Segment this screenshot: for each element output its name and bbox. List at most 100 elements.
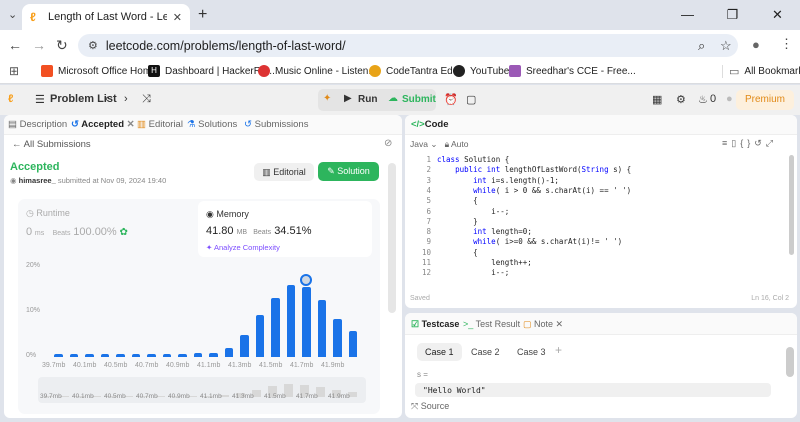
new-tab-icon[interactable]: + bbox=[198, 6, 207, 24]
format-icon[interactable]: ≡ bbox=[722, 138, 731, 148]
distribution-bar[interactable] bbox=[255, 315, 265, 357]
reload-icon[interactable]: ↻ bbox=[56, 37, 68, 54]
submission-user[interactable]: himasree_ bbox=[19, 176, 56, 185]
distribution-bar[interactable] bbox=[240, 335, 249, 357]
layout-icon[interactable]: ▦ bbox=[652, 93, 662, 106]
run-button[interactable]: Run bbox=[358, 94, 377, 105]
solution-button[interactable]: ✎ Solution bbox=[318, 162, 379, 181]
code-line[interactable]: i--; bbox=[437, 268, 509, 277]
close-tab-icon[interactable]: ✕ bbox=[127, 119, 135, 130]
zoom-icon[interactable]: ⌕ bbox=[698, 38, 705, 54]
notes-icon[interactable]: ▢ bbox=[466, 93, 476, 106]
shuffle-icon[interactable]: ⤨ bbox=[142, 93, 151, 106]
timer-icon[interactable]: ⏰ bbox=[444, 93, 458, 106]
minimize-icon[interactable]: — bbox=[665, 0, 710, 30]
tab-testcase[interactable]: ☑ Testcase bbox=[411, 319, 459, 330]
mode-select[interactable]: Auto bbox=[451, 139, 469, 149]
debug-icon[interactable]: ✦ bbox=[323, 93, 331, 104]
restore-icon[interactable]: ❐ bbox=[710, 0, 755, 30]
distribution-bar[interactable] bbox=[178, 354, 187, 357]
code-line[interactable]: int i=s.length()-1; bbox=[437, 176, 559, 185]
case-tab-3[interactable]: Case 3 bbox=[509, 343, 554, 361]
share-link-icon[interactable]: ⊘ bbox=[384, 138, 392, 149]
tab-submissions[interactable]: ↺ Submissions bbox=[244, 119, 308, 130]
close-window-icon[interactable]: ✕ bbox=[755, 0, 800, 30]
next-problem-icon[interactable]: › bbox=[124, 93, 128, 105]
distribution-bar[interactable] bbox=[348, 331, 358, 357]
back-icon[interactable]: ← bbox=[8, 37, 22, 53]
omnibox[interactable]: ⚙ leetcode.com/problems/length-of-last-w… bbox=[78, 34, 738, 57]
code-line[interactable]: while( i > 0 && s.charAt(i) == ' ') bbox=[437, 186, 631, 195]
memory-card[interactable]: ◉ Memory 41.80 MB Beats 34.51% ✦ Analyze… bbox=[198, 201, 372, 257]
bookmark-item[interactable]: YouTube bbox=[453, 65, 509, 77]
distribution-bar[interactable] bbox=[209, 352, 218, 357]
editorial-button[interactable]: ▥ Editorial bbox=[254, 163, 314, 181]
distribution-bar[interactable] bbox=[317, 300, 327, 357]
distribution-bar[interactable] bbox=[193, 353, 203, 357]
distribution-bar[interactable] bbox=[302, 287, 311, 357]
distribution-bar[interactable] bbox=[116, 354, 125, 357]
distribution-bar[interactable] bbox=[333, 318, 342, 357]
distribution-bar[interactable] bbox=[54, 354, 63, 357]
all-submissions-link[interactable]: ← All Submissions bbox=[12, 139, 91, 150]
tab-note[interactable]: ▢ Note ✕ bbox=[523, 319, 563, 330]
code-line[interactable]: } bbox=[437, 217, 478, 226]
leetcode-logo-icon[interactable]: ℓ bbox=[8, 93, 13, 105]
code-line[interactable]: { bbox=[437, 248, 478, 257]
code-line[interactable]: length++; bbox=[437, 258, 532, 267]
bookmark-star-icon[interactable]: ☆ bbox=[720, 38, 732, 54]
distribution-bar[interactable] bbox=[100, 354, 110, 357]
code-line[interactable]: i--; bbox=[437, 207, 509, 216]
close-tab-icon[interactable]: ✕ bbox=[173, 11, 182, 24]
tab-description[interactable]: ▤ Description bbox=[8, 119, 67, 130]
settings-gear-icon[interactable]: ⚙ bbox=[676, 93, 686, 106]
code-scrollbar[interactable] bbox=[789, 155, 794, 255]
braces-icon[interactable]: {} bbox=[740, 138, 754, 148]
language-select[interactable]: Java bbox=[410, 139, 428, 149]
expand-icon[interactable]: ⤢ bbox=[766, 138, 777, 148]
code-line[interactable]: int length=0; bbox=[437, 227, 532, 236]
user-avatar-icon[interactable]: ● bbox=[726, 93, 733, 105]
add-case-icon[interactable]: + bbox=[555, 343, 562, 357]
apps-grid-icon[interactable]: ⊞ bbox=[9, 64, 19, 78]
left-scrollbar[interactable] bbox=[388, 163, 396, 313]
url-text[interactable]: leetcode.com/problems/length-of-last-wor… bbox=[106, 39, 346, 53]
distribution-bar[interactable] bbox=[147, 354, 156, 357]
premium-button[interactable]: Premium bbox=[735, 90, 794, 110]
tab-accepted[interactable]: ↺ Accepted ✕ bbox=[71, 119, 135, 130]
tab-solutions[interactable]: ⚗ Solutions bbox=[187, 119, 237, 130]
bookmark-item[interactable]: Sreedhar's CCE - Free... bbox=[509, 65, 636, 77]
code-line[interactable]: while( i>=0 && s.charAt(i)!= ' ') bbox=[437, 237, 622, 246]
forward-icon[interactable]: → bbox=[32, 37, 46, 53]
menu-kebab-icon[interactable]: ⋮ bbox=[780, 36, 793, 52]
distribution-bar[interactable] bbox=[162, 354, 172, 357]
case-tab-1[interactable]: Case 1 bbox=[417, 343, 462, 361]
browser-tab[interactable]: ℓ Length of Last Word - LeetCode ✕ bbox=[22, 4, 190, 30]
code-line[interactable]: { bbox=[437, 196, 478, 205]
distribution-bar[interactable] bbox=[286, 285, 296, 357]
analyze-complexity-link[interactable]: ✦ Analyze Complexity bbox=[206, 243, 280, 252]
reset-icon[interactable]: ↺ bbox=[754, 138, 766, 148]
distribution-bar[interactable] bbox=[85, 354, 94, 357]
distribution-bar[interactable] bbox=[224, 348, 234, 357]
site-info-icon[interactable]: ⚙ bbox=[88, 39, 98, 52]
tab-search-icon[interactable]: ⌄ bbox=[8, 8, 17, 21]
bookmark-item[interactable]: CodeTantra Edu bbox=[369, 65, 458, 77]
code-line[interactable]: public int lengthOfLastWord(String s) { bbox=[437, 165, 631, 174]
code-line[interactable]: class Solution { bbox=[437, 155, 509, 164]
submit-button[interactable]: Submit bbox=[402, 94, 436, 105]
distribution-bar[interactable] bbox=[131, 354, 141, 357]
source-toggle[interactable]: ⤧ Source bbox=[411, 401, 449, 412]
distribution-bar[interactable] bbox=[271, 297, 280, 357]
bookmark-item[interactable]: Microsoft Office Home bbox=[41, 65, 157, 77]
bookmark-item[interactable]: H Dashboard | HackerRa... bbox=[148, 65, 275, 77]
bookmark-icon[interactable]: ▯ bbox=[731, 138, 740, 148]
distribution-minimap[interactable]: 39.7mb 40.1mb 40.5mb 40.7mb 40.9mb 41.1mb 41.3… bbox=[38, 377, 366, 403]
close-tab-icon[interactable]: ✕ bbox=[556, 319, 564, 329]
tab-test-result[interactable]: >_ Test Result bbox=[463, 319, 520, 329]
prev-problem-icon[interactable]: ‹ bbox=[105, 93, 109, 105]
input-s-field[interactable]: "Hello World" bbox=[415, 383, 771, 397]
distribution-bar[interactable] bbox=[69, 354, 79, 357]
test-scrollbar[interactable] bbox=[786, 347, 794, 377]
tab-editorial[interactable]: ▥ Editorial bbox=[137, 119, 183, 130]
